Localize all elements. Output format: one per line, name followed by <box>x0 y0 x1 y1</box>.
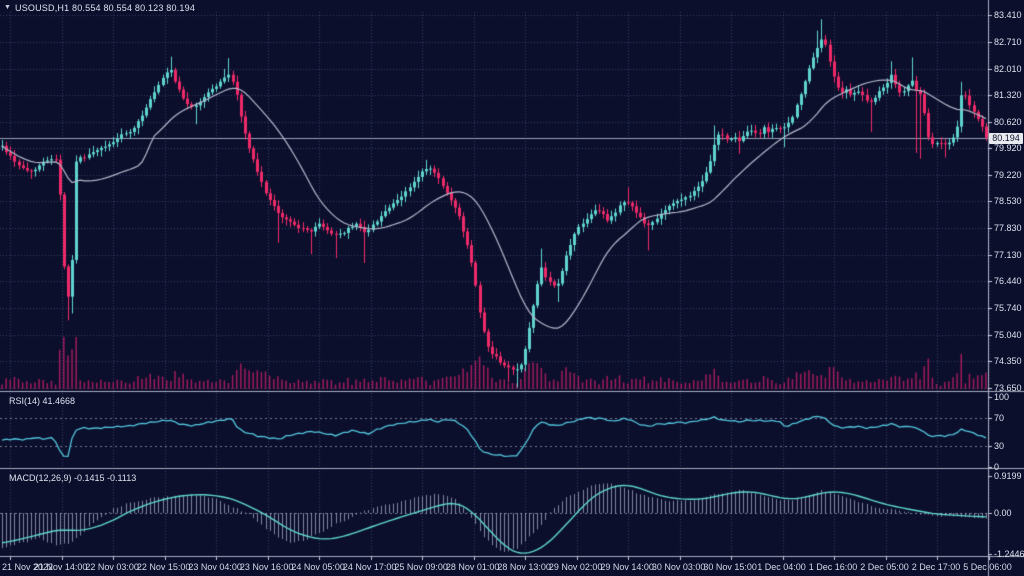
current-price-tag: 80.194 <box>989 133 1023 144</box>
time-tick-label: 22 Nov 15:00 <box>137 563 191 572</box>
rsi-tick-label: 30 <box>994 442 1004 451</box>
price-tick-label: 82.710 <box>994 38 1022 47</box>
price-tick-label: 75.740 <box>994 304 1022 313</box>
time-tick-label: 28 Nov 01:00 <box>446 563 500 572</box>
time-tick-label: 1 Dec 04:00 <box>757 563 806 572</box>
rsi-tick-label: 70 <box>994 414 1004 423</box>
time-tick-label: 30 Nov 03:00 <box>652 563 706 572</box>
time-tick-label: 2 Dec 17:00 <box>912 563 961 572</box>
price-tick-label: 79.920 <box>994 144 1022 153</box>
time-tick-label: 21 Nov 14:00 <box>34 563 88 572</box>
time-tick-label: 30 Nov 15:00 <box>703 563 757 572</box>
trading-chart-window: ▼ USOUSD,H1 80.554 80.554 80.123 80.194 … <box>0 0 1024 576</box>
chart-canvas[interactable] <box>0 0 1024 576</box>
rsi-indicator-label: RSI(14) 41.4668 <box>9 396 75 406</box>
price-tick-label: 80.620 <box>994 118 1022 127</box>
time-tick-label: 25 Nov 09:00 <box>394 563 448 572</box>
macd-tick-label: -1.2446 <box>994 550 1024 559</box>
macd-tick-label: 0.00 <box>994 509 1012 518</box>
time-tick-label: 24 Nov 17:00 <box>343 563 397 572</box>
price-tick-label: 75.040 <box>994 331 1022 340</box>
macd-indicator-label: MACD(12,26,9) -0.1415 -0.1113 <box>9 473 136 483</box>
time-tick-label: 24 Nov 05:00 <box>291 563 345 572</box>
price-tick-label: 83.410 <box>994 11 1022 20</box>
price-tick-label: 76.440 <box>994 277 1022 286</box>
price-tick-label: 82.010 <box>994 65 1022 74</box>
time-tick-label: 29 Nov 14:00 <box>600 563 654 572</box>
chart-title: USOUSD,H1 80.554 80.554 80.123 80.194 <box>15 3 195 13</box>
price-tick-label: 77.830 <box>994 224 1022 233</box>
price-tick-label: 81.320 <box>994 91 1022 100</box>
price-tick-label: 77.130 <box>994 251 1022 260</box>
rsi-tick-label: 100 <box>994 393 1009 402</box>
price-tick-label: 74.350 <box>994 357 1022 366</box>
time-tick-label: 23 Nov 04:00 <box>188 563 242 572</box>
time-tick-label: 23 Nov 16:00 <box>240 563 294 572</box>
collapse-arrow-icon[interactable]: ▼ <box>4 3 11 13</box>
time-tick-label: 29 Nov 02:00 <box>549 563 603 572</box>
time-tick-label: 5 Dec 06:00 <box>963 563 1012 572</box>
time-tick-label: 22 Nov 03:00 <box>85 563 139 572</box>
time-tick-label: 1 Dec 16:00 <box>809 563 858 572</box>
price-tick-label: 78.530 <box>994 197 1022 206</box>
time-tick-label: 2 Dec 05:00 <box>860 563 909 572</box>
macd-tick-label: 0.9199 <box>994 472 1022 481</box>
price-tick-label: 79.220 <box>994 171 1022 180</box>
time-tick-label: 28 Nov 13:00 <box>497 563 551 572</box>
